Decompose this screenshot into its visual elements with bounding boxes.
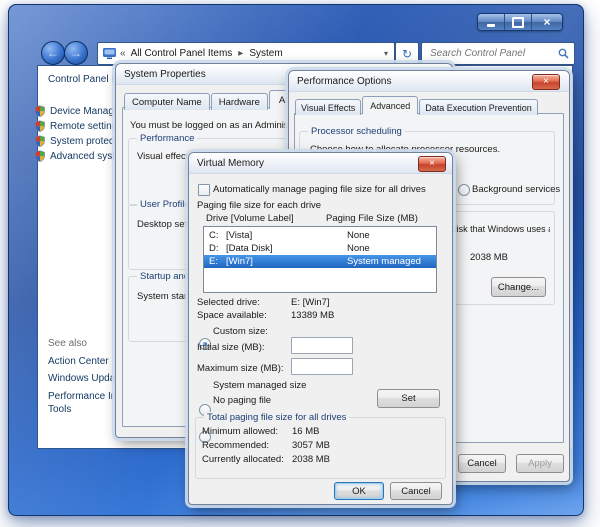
search-input[interactable] [428, 47, 550, 60]
close-icon: × [543, 76, 549, 87]
minimum-allowed-value: 16 MB [292, 426, 320, 437]
initial-size-label: Initial size (MB): [197, 342, 265, 353]
dialog-title: System Properties [124, 68, 206, 80]
dialog-title: Virtual Memory [197, 157, 265, 169]
minimum-allowed-label: Minimum allowed: [202, 426, 279, 437]
uac-shield-icon [35, 135, 45, 147]
virtual-memory-dialog: Virtual Memory × Automatically manage pa… [188, 152, 453, 505]
performance-options-tabs: Visual Effects Advanced Data Execution Pre… [295, 96, 539, 115]
custom-size-label[interactable]: Custom size: [213, 326, 268, 337]
close-icon: × [543, 15, 551, 29]
search-icon [558, 48, 569, 59]
apply-button[interactable]: Apply [516, 454, 564, 473]
drive-row-e-selected[interactable]: E: [Win7] System managed [204, 255, 436, 268]
virtual-memory-titlebar[interactable]: Virtual Memory [189, 153, 452, 174]
forward-button[interactable]: → [64, 41, 88, 65]
maximize-icon [512, 16, 524, 28]
maximize-button[interactable] [505, 14, 532, 30]
total-paging-group: Total paging file size for all drives Mi… [195, 412, 446, 479]
selected-drive-label: Selected drive: [197, 297, 260, 308]
column-size: Paging File Size (MB) [326, 213, 418, 224]
refresh-icon: ↻ [401, 46, 413, 61]
space-available-value: 13389 MB [291, 310, 335, 321]
tab-visual-effects[interactable]: Visual Effects [295, 99, 362, 115]
tab-data-execution-prevention[interactable]: Data Execution Prevention [419, 99, 538, 115]
minimize-button[interactable] [478, 14, 505, 30]
breadcrumb[interactable]: « All Control Panel Items ▸ System ▾ [97, 42, 395, 65]
sidebar-item-remote-settings[interactable]: Remote settings [34, 120, 122, 132]
uac-shield-icon [35, 105, 45, 117]
drive-row-c[interactable]: C: [Vista] None [204, 229, 436, 242]
total-paging-value: 2038 MB [470, 252, 509, 263]
auto-manage-label[interactable]: Automatically manage paging file size fo… [213, 184, 448, 195]
maximum-size-input[interactable] [291, 358, 353, 375]
minimize-icon [487, 23, 495, 27]
selected-drive-value: E: [Win7] [291, 297, 330, 308]
paging-list-label: Paging file size for each drive [197, 200, 322, 211]
currently-allocated-label: Currently allocated: [202, 454, 284, 465]
breadcrumb-path[interactable]: All Control Panel Items [131, 48, 233, 59]
column-drive: Drive [Volume Label] [206, 213, 294, 224]
performance-options-titlebar[interactable]: Performance Options [289, 71, 569, 92]
recommended-label: Recommended: [202, 440, 270, 451]
sidebar-item-action-center[interactable]: Action Center [48, 356, 109, 367]
maximum-size-label: Maximum size (MB): [197, 363, 284, 374]
refresh-button[interactable]: ↻ [395, 42, 419, 65]
recommended-value: 3057 MB [292, 440, 331, 451]
breadcrumb-overflow-icon[interactable]: « [120, 48, 126, 59]
tab-advanced[interactable]: Advanced [362, 96, 419, 114]
see-also-heading: See also [48, 338, 87, 349]
system-managed-label[interactable]: System managed size [213, 380, 306, 391]
back-button[interactable]: ← [41, 41, 65, 65]
cancel-button[interactable]: Cancel [458, 454, 506, 473]
drive-listbox[interactable]: C: [Vista] None D: [Data Disk] None E: [… [203, 226, 437, 293]
tab-hardware[interactable]: Hardware [210, 93, 268, 110]
close-icon: × [429, 158, 435, 169]
search-box [421, 42, 575, 65]
breadcrumb-dropdown-icon[interactable]: ▾ [384, 49, 388, 58]
ok-button[interactable]: OK [334, 482, 384, 500]
initial-size-input[interactable] [291, 337, 353, 354]
uac-shield-icon [35, 150, 45, 162]
tab-computer-name[interactable]: Computer Name [124, 93, 210, 110]
uac-shield-icon [35, 120, 45, 132]
close-button[interactable]: × [418, 156, 446, 172]
control-panel-icon [103, 48, 116, 59]
sidebar-item-device-manager[interactable]: Device Manager [34, 105, 123, 117]
drive-row-d[interactable]: D: [Data Disk] None [204, 242, 436, 255]
sidebar-item-windows-update[interactable]: Windows Update [48, 373, 124, 384]
close-button[interactable]: × [532, 74, 560, 90]
back-icon: ← [47, 46, 59, 60]
set-button[interactable]: Set [377, 389, 440, 408]
background-services-radio[interactable] [458, 184, 470, 196]
caption-buttons: × [477, 13, 563, 31]
crumb-separator-icon: ▸ [238, 48, 244, 59]
change-button[interactable]: Change... [491, 277, 546, 297]
breadcrumb-page[interactable]: System [249, 48, 282, 59]
dialog-title: Performance Options [297, 75, 392, 87]
cancel-button[interactable]: Cancel [390, 482, 442, 500]
forward-icon: → [70, 46, 82, 60]
auto-manage-checkbox[interactable] [198, 184, 210, 196]
background-services-label[interactable]: Background services [472, 184, 568, 195]
space-available-label: Space available: [197, 310, 267, 321]
no-paging-label[interactable]: No paging file [213, 395, 271, 406]
currently-allocated-value: 2038 MB [292, 454, 331, 465]
close-button[interactable]: × [532, 14, 562, 30]
